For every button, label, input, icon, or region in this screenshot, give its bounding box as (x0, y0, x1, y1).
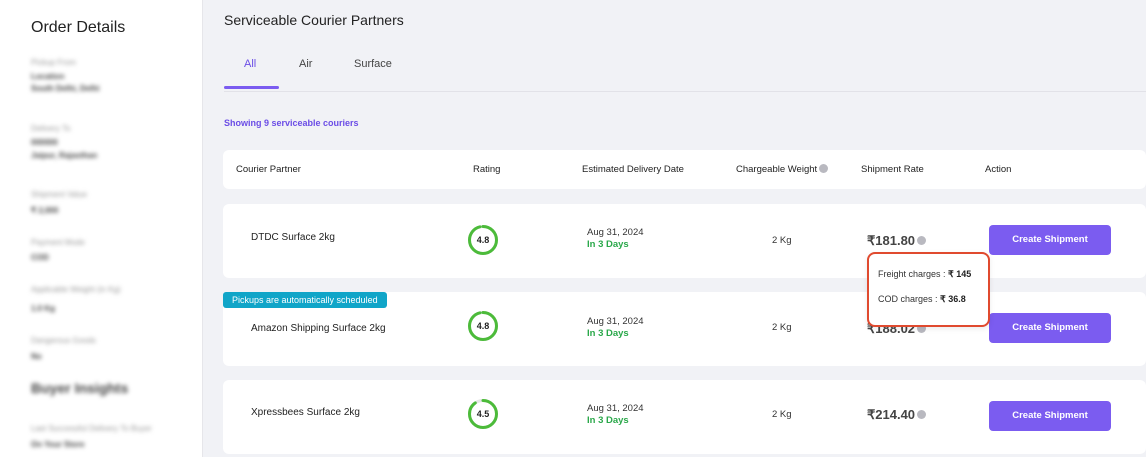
table-row: Xpressbees Surface 2kg 4.5 Aug 31, 2024 … (223, 380, 1146, 454)
buyer-insights-heading: Buyer Insights (31, 380, 129, 396)
column-chargeable-weight: Chargeable Weight (736, 163, 829, 175)
chargeable-weight: 2 Kg (772, 409, 792, 420)
rating-value: 4.8 (476, 235, 490, 245)
table-row: DTDC Surface 2kg 4.8 Aug 31, 2024 In 3 D… (223, 204, 1146, 278)
dangerous-goods-value: No (31, 352, 42, 361)
delivery-label: Delivery To (31, 124, 71, 133)
chargeable-weight: 2 Kg (772, 322, 792, 333)
column-courier-partner: Courier Partner (236, 164, 301, 175)
weight-label: Applicable Weight (in Kg) (31, 285, 121, 294)
shipment-value: ₹ 2,000 (31, 206, 59, 215)
sidebar-title: Order Details (31, 19, 126, 36)
column-estimated-delivery: Estimated Delivery Date (582, 164, 684, 175)
dangerous-goods-label: Dangerous Goods (31, 336, 96, 345)
rating-ring: 4.5 (467, 398, 499, 430)
freight-charges-label: Freight charges : (878, 269, 946, 279)
column-shipment-rate: Shipment Rate (861, 164, 924, 175)
pickup-value-2: South Delhi, Delhi (31, 84, 100, 93)
cod-charges-line: COD charges : ₹ 36.8 (878, 294, 966, 305)
rating-ring: 4.8 (467, 310, 499, 342)
shipment-rate-value: ₹214.40 (867, 407, 916, 422)
table-header: Courier Partner Rating Estimated Deliver… (223, 150, 1146, 189)
tabs-divider (224, 91, 1146, 92)
courier-name: DTDC Surface 2kg (251, 232, 335, 243)
auto-pickup-badge: Pickups are automatically scheduled (223, 292, 387, 308)
page-title: Serviceable Courier Partners (224, 12, 404, 28)
courier-name: Amazon Shipping Surface 2kg (251, 323, 386, 334)
delivery-days: In 3 Days (587, 328, 629, 339)
create-shipment-button[interactable]: Create Shipment (989, 225, 1111, 255)
delivery-days: In 3 Days (587, 239, 629, 250)
cod-charges-value: ₹ 36.8 (940, 294, 966, 304)
delivery-value-1: 000000 (31, 138, 58, 147)
delivery-date: Aug 31, 2024 (587, 316, 644, 327)
courier-name: Xpressbees Surface 2kg (251, 407, 360, 418)
showing-count: Showing 9 serviceable couriers (224, 118, 359, 128)
payment-mode-value: COD (31, 253, 49, 262)
tab-all[interactable]: All (244, 58, 256, 70)
column-action: Action (985, 164, 1012, 175)
shipment-rate: ₹181.80 (867, 233, 927, 249)
order-details-sidebar: Order Details Pickup From Location South… (0, 0, 203, 457)
info-circle-icon[interactable] (819, 163, 829, 173)
info-circle-icon[interactable] (917, 410, 927, 420)
delivery-date: Aug 31, 2024 (587, 227, 644, 238)
create-shipment-button[interactable]: Create Shipment (989, 401, 1111, 431)
create-shipment-button[interactable]: Create Shipment (989, 313, 1111, 343)
column-rating: Rating (473, 164, 501, 175)
freight-charges-line: Freight charges : ₹ 145 (878, 269, 971, 280)
pickup-label: Pickup From (31, 58, 76, 67)
delivery-value-2: Jaipur, Rajasthan (31, 151, 98, 160)
shipment-rate-value: ₹181.80 (867, 233, 916, 248)
freight-charges-value: ₹ 145 (948, 269, 972, 279)
payment-mode-label: Payment Mode (31, 238, 85, 247)
buyer-insights-value: On Your Store (31, 440, 85, 449)
active-tab-indicator (224, 86, 279, 89)
info-circle-icon[interactable] (917, 236, 927, 246)
chargeable-weight: 2 Kg (772, 235, 792, 246)
tab-air[interactable]: Air (299, 58, 312, 70)
tab-surface[interactable]: Surface (354, 58, 392, 70)
rating-value: 4.8 (476, 321, 490, 331)
shipment-rate: ₹214.40 (867, 407, 927, 423)
delivery-date: Aug 31, 2024 (587, 403, 644, 414)
delivery-days: In 3 Days (587, 415, 629, 426)
column-chargeable-weight-label: Chargeable Weight (736, 164, 818, 175)
buyer-insights-label: Last Successful Delivery To Buyer (31, 424, 152, 433)
rating-ring: 4.8 (467, 224, 499, 256)
pickup-value-1: Location (31, 72, 65, 81)
charges-breakdown-tooltip: Freight charges : ₹ 145 COD charges : ₹ … (867, 252, 990, 327)
courier-partners-panel: Serviceable Courier Partners All Air Sur… (203, 0, 1146, 457)
cod-charges-label: COD charges : (878, 294, 938, 304)
weight-value: 1.0 Kg (31, 304, 56, 313)
rating-value: 4.5 (476, 409, 490, 419)
shipment-value-label: Shipment Value (31, 190, 87, 199)
